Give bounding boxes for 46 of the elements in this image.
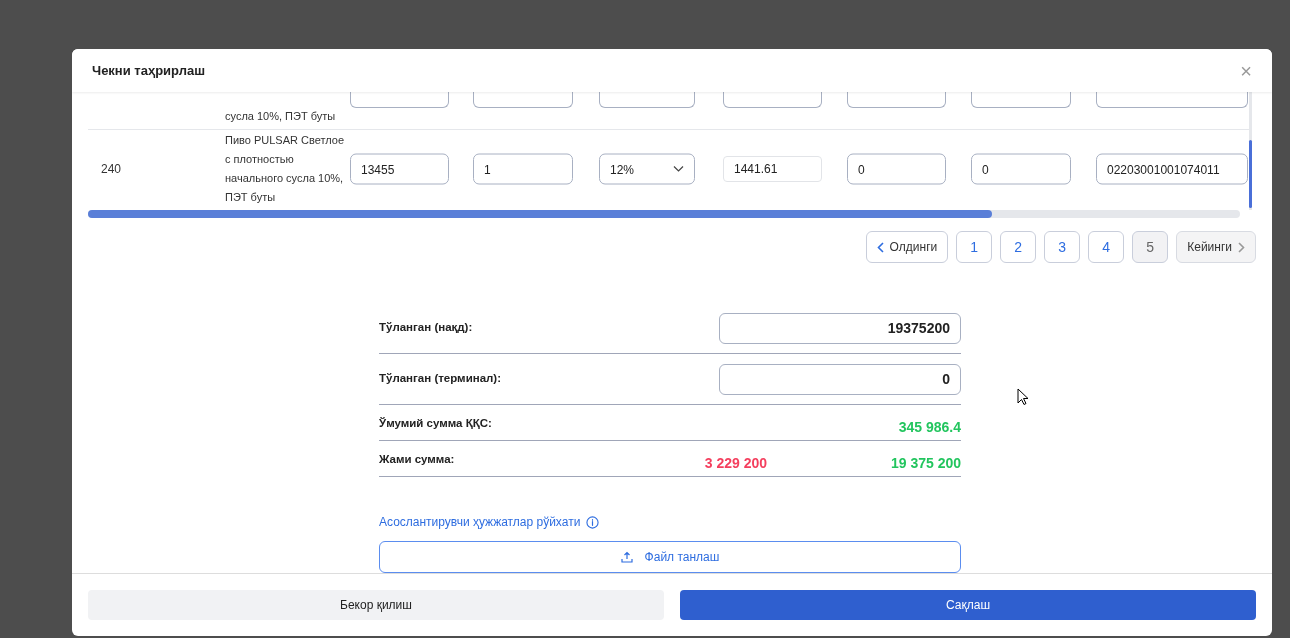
summary-label: Ўмумий сумма ҚҚС: bbox=[379, 416, 493, 431]
input-field[interactable]: 0 bbox=[847, 153, 946, 185]
readonly-field[interactable]: 1441.61 bbox=[723, 156, 822, 182]
input-field[interactable] bbox=[723, 92, 822, 108]
upload-icon bbox=[620, 551, 633, 563]
input-field[interactable] bbox=[599, 92, 695, 108]
documents-label[interactable]: Асослантирувчи ҳужжатлар рўйхати bbox=[379, 513, 581, 531]
next-page-button[interactable]: Кейинги bbox=[1176, 231, 1256, 263]
input-field[interactable] bbox=[847, 92, 946, 108]
save-button[interactable]: Сақлаш bbox=[680, 590, 1256, 620]
input-field[interactable] bbox=[350, 92, 449, 108]
amount-value: 19 375 200 bbox=[889, 454, 961, 473]
input-field[interactable]: 02203001001074011 bbox=[1096, 153, 1248, 185]
product-name: сусла 10%, ПЭТ буты bbox=[225, 110, 336, 122]
product-name: Пиво PULSAR Светлое с плотностью начального сусла 10%, ПЭТ буты bbox=[225, 133, 345, 205]
summary-label: Жами сумма: bbox=[379, 452, 456, 467]
input-field[interactable] bbox=[971, 92, 1071, 108]
vat-select[interactable]: 12% bbox=[599, 153, 695, 185]
page-button[interactable]: 3 bbox=[1044, 231, 1081, 263]
cancel-button[interactable]: Бекор қилиш bbox=[88, 590, 664, 620]
input-field[interactable]: 13455 bbox=[350, 153, 449, 185]
page-button[interactable]: 1 bbox=[956, 231, 993, 263]
amount-value: 3 229 200 bbox=[703, 454, 767, 473]
mouse-cursor-icon bbox=[1017, 388, 1029, 406]
page-button[interactable]: 5 bbox=[1132, 231, 1169, 263]
chevron-right-icon bbox=[1238, 241, 1245, 253]
amount-value: 345 986.4 bbox=[897, 418, 961, 437]
dialog-title: Чекни таҳрирлаш bbox=[92, 61, 206, 80]
previous-page-button[interactable]: Олдинги bbox=[865, 231, 949, 263]
file-select-button[interactable]: Файл танлаш bbox=[379, 541, 961, 573]
chevron-down-icon bbox=[673, 165, 684, 173]
page-button[interactable]: 2 bbox=[1000, 231, 1037, 263]
info-icon bbox=[586, 515, 600, 529]
horizontal-scrollbar-thumb[interactable] bbox=[88, 210, 993, 218]
input-field[interactable]: 0 bbox=[971, 153, 1071, 185]
input-field[interactable] bbox=[473, 92, 573, 108]
input-field[interactable]: 1 bbox=[473, 153, 573, 185]
summary-label: Тўланган (нақд): bbox=[379, 320, 473, 336]
row-number: 240 bbox=[101, 161, 122, 178]
input-field[interactable] bbox=[1096, 92, 1248, 108]
page-button[interactable]: 4 bbox=[1088, 231, 1125, 263]
amount-field[interactable]: 19375200 bbox=[719, 312, 961, 344]
chevron-left-icon bbox=[876, 241, 884, 253]
summary-label: Тўланган (терминал): bbox=[379, 371, 501, 387]
amount-field[interactable]: 0 bbox=[719, 363, 961, 395]
vertical-scrollbar-thumb[interactable] bbox=[1249, 140, 1252, 208]
